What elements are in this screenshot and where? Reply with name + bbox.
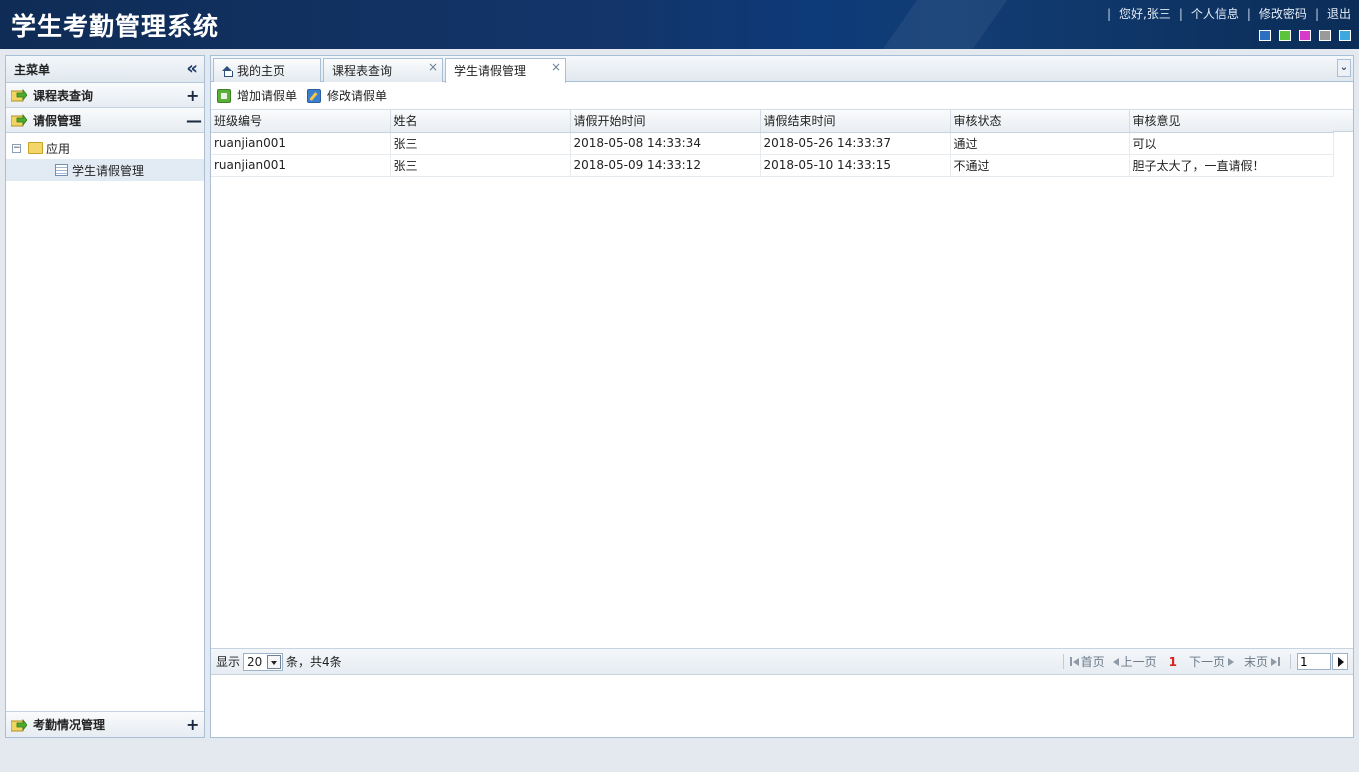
user-greeting[interactable]: 您好,张三 — [1119, 5, 1171, 22]
menu-panel-schedule[interactable]: 课程表查询 + — [6, 83, 204, 108]
tab-student-leave[interactable]: 学生请假管理 × — [445, 58, 566, 83]
menu-panel-label: 请假管理 — [33, 113, 82, 128]
edit-leave-button[interactable]: 修改请假单 — [307, 87, 387, 104]
theme-blue[interactable] — [1259, 30, 1271, 41]
prev-page-button[interactable]: 上一页 — [1112, 653, 1157, 670]
cell-end: 2018-05-10 14:33:15 — [760, 154, 951, 177]
sidebar-header: 主菜单 « — [6, 56, 204, 83]
app-header: 学生考勤管理系统 | 您好,张三 | 个人信息 | 修改密码 | 退出 — [0, 0, 1359, 49]
cell-name: 张三 — [390, 132, 571, 155]
cell-class: ruanjian001 — [211, 154, 391, 177]
goto-page-input[interactable] — [1297, 653, 1331, 670]
double-chevron-left-icon[interactable]: « — [186, 60, 198, 78]
next-page-icon — [1227, 657, 1234, 666]
logout-link[interactable]: 退出 — [1327, 5, 1351, 22]
close-icon[interactable]: × — [428, 60, 438, 74]
app-title: 学生考勤管理系统 — [11, 12, 220, 41]
column-header-opinion[interactable]: 审核意见 — [1129, 110, 1334, 133]
page-size-select[interactable]: 20 — [243, 652, 284, 671]
close-icon[interactable]: × — [551, 60, 561, 74]
current-page: 1 — [1168, 654, 1177, 669]
bottom-panel: 考勤情况管理 + — [6, 711, 204, 737]
table-row[interactable]: ruanjian001 张三 2018-05-09 14:33:12 2018-… — [211, 154, 1334, 177]
menu-panel-label: 课程表查询 — [33, 88, 94, 103]
table-icon — [55, 164, 68, 176]
tab-bar: 我的主页 课程表查询 × 学生请假管理 × ⌄ — [211, 56, 1353, 83]
edit-leave-label: 修改请假单 — [327, 89, 388, 103]
folder-arrow-icon — [11, 88, 27, 102]
folder-arrow-icon — [11, 113, 27, 127]
tab-schedule[interactable]: 课程表查询 × — [323, 58, 443, 82]
menu-panel-label: 考勤情况管理 — [33, 718, 106, 732]
change-password-link[interactable]: 修改密码 — [1259, 5, 1307, 22]
show-label: 显示 — [216, 655, 241, 669]
column-header-status[interactable]: 审核状态 — [950, 110, 1130, 133]
last-page-button[interactable]: 末页 — [1244, 653, 1280, 670]
tab-home[interactable]: 我的主页 — [213, 58, 321, 82]
page-size-value: 20 — [247, 654, 263, 669]
column-header-start[interactable]: 请假开始时间 — [570, 110, 761, 133]
folder-icon — [28, 142, 43, 154]
cell-opinion: 胆子太大了，一直请假！ — [1129, 154, 1334, 177]
profile-link[interactable]: 个人信息 — [1191, 5, 1239, 22]
expand-icon[interactable]: + — [186, 86, 199, 105]
theme-lightblue[interactable] — [1339, 30, 1351, 41]
table-header-row: 班级编号 姓名 请假开始时间 请假结束时间 审核状态 审核意见 — [211, 110, 1334, 133]
menu-panel-leave[interactable]: 请假管理 — — [6, 108, 204, 133]
tree-item-student-leave[interactable]: 学生请假管理 — [6, 159, 204, 181]
sidebar: 主菜单 « 课程表查询 + 请假管理 — − 应用 学生请假管理 考勤情况管理 … — [5, 55, 205, 738]
home-icon — [222, 66, 233, 77]
tree-node-label: 应用 — [46, 141, 71, 156]
theme-green[interactable] — [1279, 30, 1291, 41]
chevron-down-icon — [267, 654, 282, 669]
first-page-icon — [1069, 657, 1072, 666]
prev-page-icon — [1112, 657, 1119, 666]
cell-name: 张三 — [390, 154, 571, 177]
cell-status: 不通过 — [950, 154, 1130, 177]
tree-node-app[interactable]: − 应用 — [6, 137, 204, 159]
cell-opinion: 可以 — [1129, 132, 1334, 155]
leave-grid: 班级编号 姓名 请假开始时间 请假结束时间 审核状态 审核意见 ruanjian… — [211, 110, 1353, 649]
toolbar: 增加请假单 修改请假单 — [211, 82, 1353, 110]
tab-label: 课程表查询 — [332, 64, 393, 78]
top-links: | 您好,张三 | 个人信息 | 修改密码 | 退出 — [1106, 5, 1351, 22]
table-row[interactable]: ruanjian001 张三 2018-05-08 14:33:34 2018-… — [211, 132, 1334, 155]
add-leave-label: 增加请假单 — [237, 89, 298, 103]
cell-start: 2018-05-08 14:33:34 — [570, 132, 761, 155]
column-header-class[interactable]: 班级编号 — [211, 110, 391, 133]
collapse-icon[interactable]: — — [186, 111, 202, 130]
expand-icon[interactable]: + — [186, 715, 199, 734]
tree-item-label: 学生请假管理 — [72, 163, 145, 178]
total-count: 条，共4条 — [286, 655, 342, 669]
tab-label: 我的主页 — [237, 64, 286, 78]
folder-arrow-icon — [11, 718, 27, 731]
go-arrow-icon[interactable] — [1332, 653, 1348, 670]
first-page-button[interactable]: 首页 — [1069, 653, 1105, 670]
next-page-button[interactable]: 下一页 — [1189, 653, 1234, 670]
tab-label: 学生请假管理 — [454, 64, 527, 78]
main-content: 我的主页 课程表查询 × 学生请假管理 × ⌄ 增加请假单 修改请假单 班级编号… — [210, 55, 1354, 738]
add-leave-button[interactable]: 增加请假单 — [217, 87, 297, 104]
cell-start: 2018-05-09 14:33:12 — [570, 154, 761, 177]
cell-status: 通过 — [950, 132, 1130, 155]
cell-class: ruanjian001 — [211, 132, 391, 155]
pager-nav: 首页 上一页 1 下一页 末页 — [1062, 653, 1348, 670]
tab-menu-chevron-down-icon[interactable]: ⌄ — [1337, 59, 1351, 77]
theme-gray[interactable] — [1319, 30, 1331, 41]
edit-icon — [307, 88, 322, 103]
last-page-icon — [1271, 657, 1277, 666]
theme-pink[interactable] — [1299, 30, 1311, 41]
pager: 显示 20 条，共4条 首页 上一页 1 下一页 末页 — [211, 649, 1353, 675]
cell-end: 2018-05-26 14:33:37 — [760, 132, 951, 155]
column-header-name[interactable]: 姓名 — [390, 110, 571, 133]
menu-panel-attendance[interactable]: 考勤情况管理 + — [6, 712, 204, 737]
sidebar-title: 主菜单 — [14, 62, 51, 77]
leave-table: 班级编号 姓名 请假开始时间 请假结束时间 审核状态 审核意见 ruanjian… — [211, 110, 1334, 177]
theme-switcher — [1259, 30, 1351, 41]
leave-tree: − 应用 学生请假管理 — [6, 133, 204, 181]
column-header-end[interactable]: 请假结束时间 — [760, 110, 951, 133]
add-icon — [217, 88, 231, 103]
tree-expander-icon[interactable]: − — [12, 143, 21, 153]
